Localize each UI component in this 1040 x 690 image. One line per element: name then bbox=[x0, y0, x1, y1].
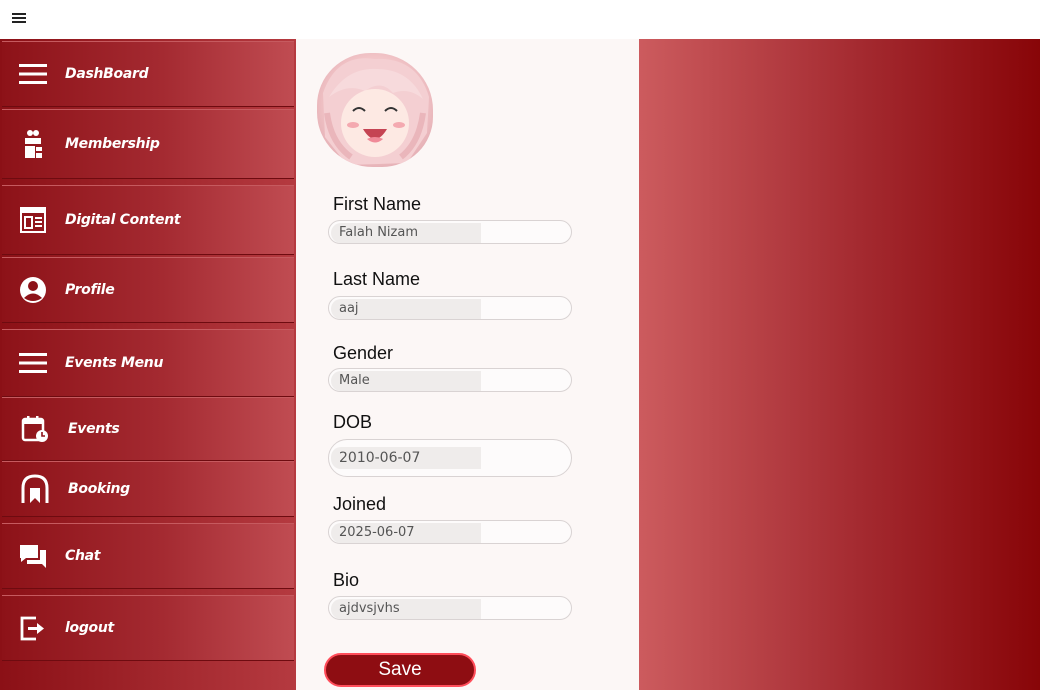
sidebar-item-label: Profile bbox=[65, 282, 115, 298]
sidebar-item-events-menu[interactable]: Events Menu bbox=[2, 329, 294, 397]
avatar-image bbox=[323, 58, 429, 165]
profile-form: First Name Falah Nizam Last Name aaj Gen… bbox=[296, 39, 639, 690]
sidebar-item-events[interactable]: Events bbox=[2, 397, 294, 461]
profile-icon bbox=[20, 277, 46, 303]
background-gradient-panel bbox=[639, 39, 1040, 690]
sidebar-item-dashboard[interactable]: DashBoard bbox=[2, 41, 294, 107]
first-name-label: First Name bbox=[333, 194, 422, 214]
first-name-value: Falah Nizam bbox=[331, 223, 481, 243]
sidebar-item-label: Booking bbox=[68, 481, 130, 497]
sidebar-item-logout[interactable]: logout bbox=[2, 595, 294, 661]
sidebar-item-label: Membership bbox=[65, 136, 160, 152]
sidebar-item-membership[interactable]: Membership bbox=[2, 109, 294, 179]
first-name-field[interactable]: Falah Nizam bbox=[328, 220, 572, 244]
dob-value: 2010-06-07 bbox=[331, 447, 481, 469]
booking-icon bbox=[21, 474, 49, 503]
sidebar-item-label: Chat bbox=[65, 548, 101, 564]
sidebar: DashBoard Membership Digital Content Pro… bbox=[0, 39, 296, 690]
gender-label: Gender bbox=[333, 343, 394, 363]
bio-value: ajdvsjvhs bbox=[331, 599, 481, 619]
sidebar-item-label: Events bbox=[68, 421, 120, 437]
top-bar bbox=[0, 0, 1040, 39]
hamburger-icon bbox=[19, 64, 47, 84]
joined-value: 2025-06-07 bbox=[331, 523, 481, 543]
hamburger-icon bbox=[19, 353, 47, 373]
save-button[interactable]: Save bbox=[324, 653, 476, 687]
sidebar-item-label: logout bbox=[65, 620, 114, 636]
last-name-field[interactable]: aaj bbox=[328, 296, 572, 320]
hamburger-icon[interactable] bbox=[10, 10, 30, 30]
dob-field[interactable]: 2010-06-07 bbox=[328, 439, 572, 477]
last-name-label: Last Name bbox=[333, 269, 421, 289]
joined-field[interactable]: 2025-06-07 bbox=[328, 520, 572, 544]
gender-field[interactable]: Male bbox=[328, 368, 572, 392]
sidebar-item-profile[interactable]: Profile bbox=[2, 257, 294, 323]
avatar[interactable] bbox=[317, 53, 433, 167]
bio-label: Bio bbox=[333, 570, 360, 590]
gender-value: Male bbox=[331, 371, 481, 391]
sidebar-item-label: Digital Content bbox=[65, 212, 181, 228]
sidebar-item-chat[interactable]: Chat bbox=[2, 523, 294, 589]
joined-label: Joined bbox=[333, 494, 387, 514]
sidebar-item-digital-content[interactable]: Digital Content bbox=[2, 185, 294, 255]
logout-icon bbox=[20, 616, 44, 641]
bio-field[interactable]: ajdvsjvhs bbox=[328, 596, 572, 620]
chat-icon bbox=[20, 545, 46, 568]
membership-icon bbox=[25, 130, 42, 158]
sidebar-item-label: DashBoard bbox=[65, 66, 149, 82]
calendar-icon bbox=[21, 416, 48, 442]
dob-label: DOB bbox=[333, 412, 373, 432]
sidebar-item-label: Events Menu bbox=[65, 355, 164, 371]
sidebar-item-booking[interactable]: Booking bbox=[2, 461, 294, 517]
digital-content-icon bbox=[20, 207, 46, 233]
last-name-value: aaj bbox=[331, 299, 481, 319]
